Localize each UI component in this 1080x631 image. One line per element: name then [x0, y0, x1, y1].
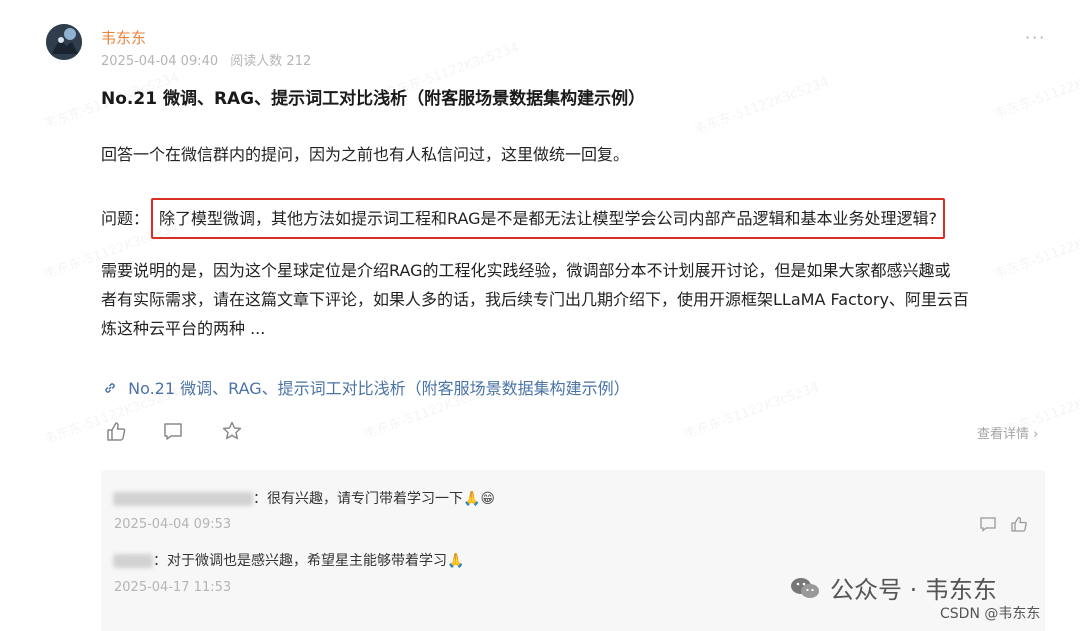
- like-icon[interactable]: [103, 418, 129, 444]
- comment-item: ：对于微调也是感兴趣，希望星主能够带着学习🙏: [113, 550, 464, 570]
- wechat-icon: [790, 576, 820, 600]
- avatar[interactable]: [46, 24, 82, 60]
- comment-like-icon[interactable]: [1010, 515, 1028, 533]
- view-detail-label: 查看详情: [977, 427, 1030, 442]
- post-paragraph: 需要说明的是，因为这个星球定位是介绍RAG的工程化实践经验，微调部分本不计划展开…: [101, 256, 1046, 343]
- article-link[interactable]: No.21 微调、RAG、提示词工对比浅析（附客服场景数据集构建示例）: [103, 375, 630, 399]
- comment-actions: [979, 515, 1028, 537]
- readers-count: 阅读人数 212: [230, 54, 312, 69]
- comment-icon[interactable]: [160, 418, 186, 444]
- watermark: 韦东东-51122K3c5234: [691, 71, 831, 138]
- commenter-name-blurred: [113, 554, 153, 568]
- post-card: 韦东东-51122K3c5234 韦东东-51122K3c5234 韦东东-51…: [0, 0, 1080, 631]
- author-name[interactable]: 韦东东: [101, 27, 146, 48]
- comment-emoji: 🙏😁: [463, 491, 496, 507]
- highlighted-question: 除了模型微调，其他方法如提示词工程和RAG是不是都无法让模型学会公司内部产品逻辑…: [151, 198, 946, 239]
- paragraph-line: 者有实际需求，请在这篇文章下评论，如果人多的话，我后续专门出几期介绍下，使用开源…: [101, 290, 969, 309]
- question-label: 问题：: [101, 209, 150, 228]
- post-meta: 2025-04-04 09:40 阅读人数 212: [101, 50, 311, 69]
- watermark: 韦东东-51122K3c5234: [681, 376, 821, 443]
- chevron-right-icon: ›: [1029, 427, 1039, 442]
- comments-section: ：很有兴趣，请专门带着学习一下🙏😁 2025-04-04 09:53 ：对于微调…: [101, 470, 1045, 631]
- brand-text: 公众号 · 韦东东: [830, 576, 997, 604]
- reply-icon[interactable]: [979, 515, 997, 533]
- star-icon[interactable]: [219, 418, 245, 444]
- comment-text: ：对于微调也是感兴趣，希望星主能够带着学习: [153, 553, 447, 569]
- view-detail-link[interactable]: 查看详情 ›: [977, 423, 1038, 442]
- comment-date: 2025-04-17 11:53: [114, 580, 232, 595]
- paragraph-line: 炼这种云平台的两种 ...: [101, 319, 266, 338]
- post-paragraph: 回答一个在微信群内的提问，因为之前也有人私信问过，这里做统一回复。: [101, 145, 630, 164]
- comment-date: 2025-04-04 09:53: [114, 517, 232, 532]
- post-title: No.21 微调、RAG、提示词工对比浅析（附客服场景数据集构建示例）: [101, 89, 646, 109]
- question-paragraph: 问题： 除了模型微调，其他方法如提示词工程和RAG是不是都无法让模型学会公司内部产…: [101, 198, 946, 239]
- commenter-name-blurred: [113, 492, 253, 506]
- paragraph-line: 需要说明的是，因为这个星球定位是介绍RAG的工程化实践经验，微调部分本不计划展开…: [101, 261, 951, 280]
- comment-item: ：很有兴趣，请专门带着学习一下🙏😁: [113, 488, 495, 508]
- link-icon: [103, 379, 122, 398]
- article-link-text[interactable]: No.21 微调、RAG、提示词工对比浅析（附客服场景数据集构建示例）: [128, 379, 630, 398]
- comment-text: ：很有兴趣，请专门带着学习一下: [253, 491, 463, 507]
- comment-emoji: 🙏: [447, 553, 465, 569]
- wechat-brand: 公众号 · 韦东东: [790, 570, 997, 605]
- more-options-icon[interactable]: ···: [1025, 28, 1046, 47]
- watermark: 韦东东-51122K3c5234: [991, 56, 1080, 123]
- csdn-watermark: CSDN @韦东东: [940, 606, 1041, 622]
- post-date: 2025-04-04 09:40: [101, 54, 219, 69]
